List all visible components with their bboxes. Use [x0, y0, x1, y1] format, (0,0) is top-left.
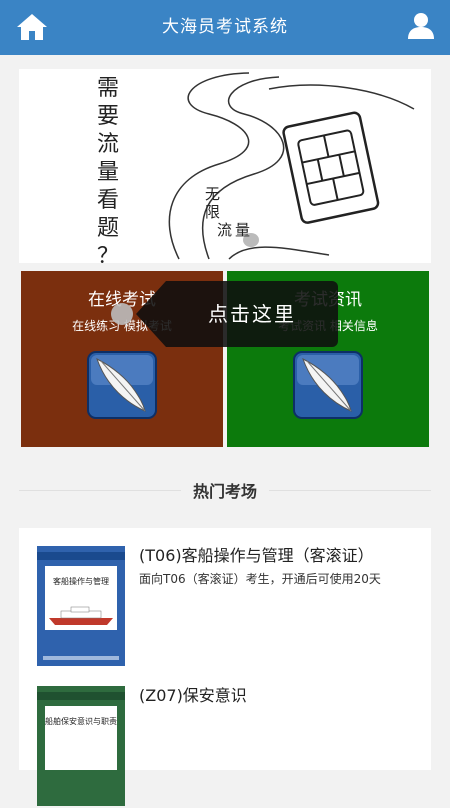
course-name: (T06)客船操作与管理（客滚证） [139, 546, 374, 565]
banner-hand-char: 无 [205, 185, 221, 203]
banner-hand-char: 限 [205, 203, 221, 221]
guide-tooltip[interactable]: 点击这里 [166, 281, 338, 347]
course-description: 面向T06（客滚证）考生，开通后可使用20天 [139, 572, 381, 586]
ship-icon [49, 606, 113, 625]
app-header: 大海员考试系统 [0, 0, 450, 55]
course-cover: 客船操作与管理 [37, 546, 125, 666]
cover-title: 船舶保安意识与职责 [45, 706, 117, 770]
feather-icon [87, 351, 157, 419]
user-icon[interactable] [406, 11, 436, 41]
cover-footer [43, 656, 119, 660]
banner-handwriting: 无 限 流 量 [205, 185, 250, 239]
tooltip-arrow [136, 281, 166, 347]
list-item[interactable]: 客船操作与管理 (T06)客船操作与管理（客滚证） 面向T06（客滚证）考生，开… [19, 528, 431, 668]
feather-icon [293, 351, 363, 419]
app-title: 大海员考试系统 [162, 17, 288, 37]
promo-banner[interactable]: 需 要 流 量 看 题 ？ 无 限 流 量 [19, 69, 431, 263]
course-list: 客船操作与管理 (T06)客船操作与管理（客滚证） 面向T06（客滚证）考生，开… [19, 528, 431, 806]
section-header: 热门考场 [19, 470, 431, 506]
course-name: (Z07)保安意识 [139, 686, 247, 705]
course-cover: 船舶保安意识与职责 [37, 686, 125, 806]
cover-band [37, 552, 125, 560]
cover-band [37, 692, 125, 700]
tap-indicator [111, 303, 133, 325]
banner-hand-char: 量 [235, 221, 251, 239]
list-item[interactable]: 船舶保安意识与职责 (Z07)保安意识 [19, 668, 431, 808]
section-title: 热门考场 [180, 478, 270, 502]
